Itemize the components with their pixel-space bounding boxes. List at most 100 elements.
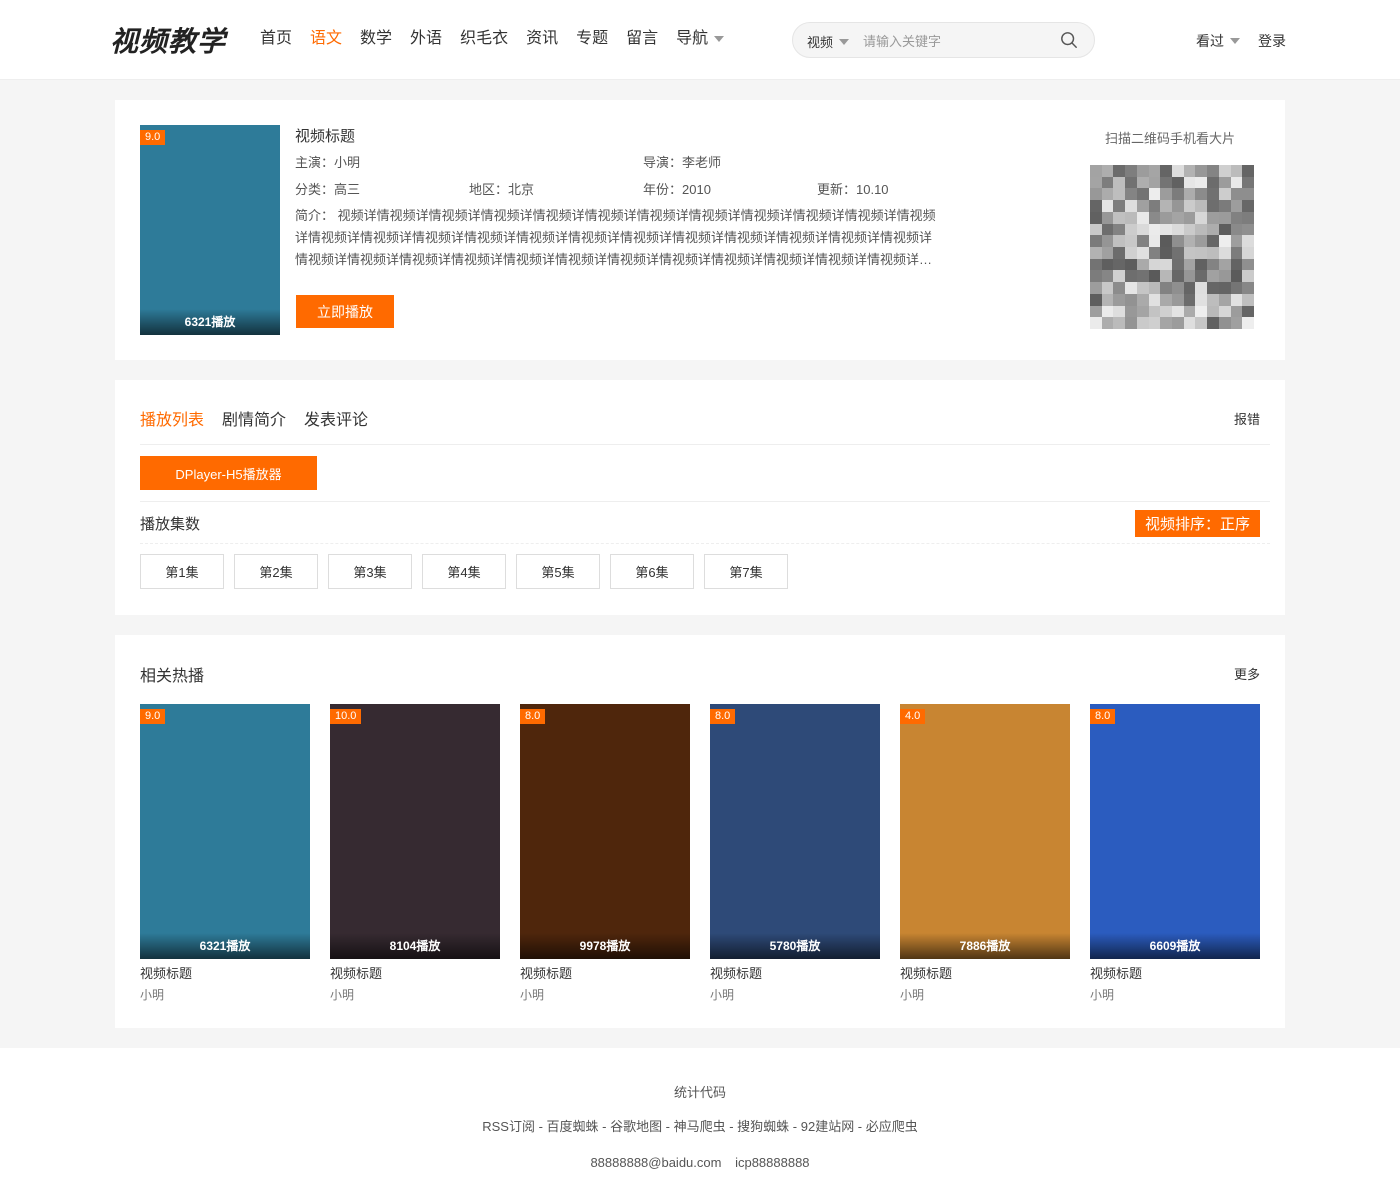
- card-actor: 小明: [520, 988, 545, 1002]
- card-title[interactable]: 视频标题: [140, 966, 310, 981]
- nav-item-topics[interactable]: 专题: [576, 28, 608, 50]
- nav-item-news[interactable]: 资讯: [526, 28, 558, 50]
- director-field: 导演：李老师: [643, 155, 722, 170]
- detail-tabs: 播放列表 剧情简介 发表评论: [140, 406, 386, 430]
- play-now-button[interactable]: 立即播放: [296, 295, 394, 328]
- card-poster[interactable]: 8.0 5780播放: [710, 704, 880, 959]
- search-input[interactable]: [863, 30, 1043, 52]
- region-field: 地区：北京: [469, 182, 535, 197]
- related-title: 相关热播: [140, 668, 205, 685]
- playlist-panel: 播放列表 剧情简介 发表评论 报错 DPlayer-H5播放器 播放集数 视频排…: [115, 380, 1285, 615]
- divider: [140, 543, 1270, 544]
- card-poster[interactable]: 8.0 6609播放: [1090, 704, 1260, 959]
- nav-item-navigation[interactable]: 导航: [676, 28, 725, 50]
- play-count: 8104播放: [330, 933, 500, 959]
- qr-label: 扫描二维码手机看大片: [1105, 131, 1236, 146]
- video-title: 视频标题: [295, 128, 356, 145]
- card-actor: 小明: [140, 988, 165, 1002]
- site-logo[interactable]: 视频教学: [110, 20, 226, 60]
- card-title[interactable]: 视频标题: [520, 966, 690, 981]
- play-count: 7886播放: [900, 933, 1070, 959]
- card-title[interactable]: 视频标题: [1090, 966, 1260, 981]
- card-title[interactable]: 视频标题: [900, 966, 1070, 981]
- episode-button-2[interactable]: 第2集: [234, 554, 318, 589]
- related-card[interactable]: 8.0 6609播放 视频标题 小明: [1090, 704, 1260, 1003]
- description-line: 情视频详情视频详情视频详情视频详情视频详情视频详情视频详情视频详情视频详情视频详…: [295, 252, 933, 267]
- score-badge: 8.0: [1090, 709, 1116, 724]
- score-badge: 8.0: [710, 709, 736, 724]
- nav-item-foreign-language[interactable]: 外语: [410, 28, 442, 50]
- related-card[interactable]: 10.0 8104播放 视频标题 小明: [330, 704, 500, 1003]
- sort-order-button[interactable]: 视频排序：正序: [1134, 510, 1260, 537]
- footer-email[interactable]: 88888888@baidu.com: [590, 1155, 721, 1170]
- site-footer: 统计代码 RSS订阅 - 百度蜘蛛 - 谷歌地图 - 神马爬虫 - 搜狗蜘蛛 -…: [0, 1048, 1400, 1187]
- card-poster[interactable]: 4.0 7886播放: [900, 704, 1070, 959]
- card-actor: 小明: [900, 988, 925, 1002]
- main-nav: 首页 语文 数学 外语 织毛衣 资讯 专题 留言 导航: [260, 28, 742, 50]
- update-field: 更新：10.10: [817, 182, 889, 197]
- related-list: 9.0 6321播放 视频标题 小明 10.0 8104播放 视频标题 小明 8.0…: [140, 704, 1260, 1003]
- video-info: 视频标题 主演：小明 导演：李老师 分类：高三 地区：北京 年份：2010 更新…: [295, 128, 995, 271]
- divider: [140, 444, 1270, 445]
- episode-list: 第1集 第2集 第3集 第4集 第5集 第6集 第7集: [140, 554, 798, 589]
- card-actor: 小明: [710, 988, 735, 1002]
- score-badge: 9.0: [140, 130, 166, 145]
- report-link[interactable]: 报错: [1234, 409, 1260, 428]
- episodes-label: 播放集数: [140, 516, 201, 533]
- score-badge: 9.0: [140, 709, 166, 724]
- nav-item-math[interactable]: 数学: [360, 28, 392, 50]
- footer-links[interactable]: RSS订阅 - 百度蜘蛛 - 谷歌地图 - 神马爬虫 - 搜狗蜘蛛 - 92建站…: [0, 1116, 1400, 1135]
- episode-button-4[interactable]: 第4集: [422, 554, 506, 589]
- play-count: 5780播放: [710, 933, 880, 959]
- video-description: 简介： 视频详情视频详情视频详情视频详情视频详情视频详情视频详情视频详情视频详情…: [295, 205, 990, 271]
- search-type-select[interactable]: 视频: [807, 32, 850, 51]
- more-link[interactable]: 更多: [1234, 664, 1260, 683]
- year-field: 年份：2010: [643, 182, 711, 197]
- tab-synopsis[interactable]: 剧情简介: [222, 406, 286, 430]
- divider: [140, 501, 1270, 502]
- card-title[interactable]: 视频标题: [330, 966, 500, 981]
- card-poster[interactable]: 9.0 6321播放: [140, 704, 310, 959]
- card-poster[interactable]: 10.0 8104播放: [330, 704, 500, 959]
- site-header: 视频教学 首页 语文 数学 外语 织毛衣 资讯 专题 留言 导航 视频 看过 登…: [0, 0, 1400, 80]
- related-card[interactable]: 4.0 7886播放 视频标题 小明: [900, 704, 1070, 1003]
- chevron-down-icon: [839, 38, 850, 45]
- history-label: 看过: [1196, 33, 1224, 49]
- video-detail-panel: 9.0 6321播放 视频标题 主演：小明 导演：李老师 分类：高三 地区：北京…: [115, 100, 1285, 360]
- nav-item-chinese[interactable]: 语文: [310, 28, 342, 50]
- video-poster[interactable]: 9.0 6321播放: [140, 125, 280, 335]
- episode-button-1[interactable]: 第1集: [140, 554, 224, 589]
- score-badge: 4.0: [900, 709, 926, 724]
- tab-comment[interactable]: 发表评论: [304, 406, 368, 430]
- related-panel: 相关热播 更多 9.0 6321播放 视频标题 小明 10.0 8104播放 视频标…: [115, 635, 1285, 1028]
- chevron-down-icon: [1230, 38, 1240, 44]
- episode-button-7[interactable]: 第7集: [704, 554, 788, 589]
- episode-button-3[interactable]: 第3集: [328, 554, 412, 589]
- episode-button-5[interactable]: 第5集: [516, 554, 600, 589]
- nav-item-knitting[interactable]: 织毛衣: [460, 28, 508, 50]
- related-card[interactable]: 8.0 5780播放 视频标题 小明: [710, 704, 880, 1003]
- related-card[interactable]: 9.0 6321播放 视频标题 小明: [140, 704, 310, 1003]
- card-title[interactable]: 视频标题: [710, 966, 880, 981]
- history-dropdown[interactable]: 看过: [1196, 31, 1240, 51]
- player-source-button[interactable]: DPlayer-H5播放器: [140, 456, 317, 490]
- description-line: 简介： 视频详情视频详情视频详情视频详情视频详情视频详情视频详情视频详情视频详情…: [295, 208, 936, 223]
- footer-icp[interactable]: icp88888888: [735, 1155, 809, 1170]
- tab-playlist[interactable]: 播放列表: [140, 406, 204, 430]
- card-poster[interactable]: 8.0 9978播放: [520, 704, 690, 959]
- related-card[interactable]: 8.0 9978播放 视频标题 小明: [520, 704, 690, 1003]
- login-link[interactable]: 登录: [1258, 31, 1286, 51]
- info-row-cast: 主演：小明 导演：李老师: [295, 149, 995, 176]
- search-type-label: 视频: [807, 35, 834, 50]
- nav-item-guestbook[interactable]: 留言: [626, 28, 658, 50]
- play-count: 6321播放: [140, 309, 280, 335]
- nav-item-home[interactable]: 首页: [260, 28, 292, 50]
- actor-field: 主演：小明: [295, 155, 361, 170]
- score-badge: 8.0: [520, 709, 546, 724]
- search-icon[interactable]: [1060, 31, 1078, 49]
- nav-item-navigation-label: 导航: [676, 30, 709, 47]
- category-field: 分类：高三: [295, 182, 361, 197]
- play-count: 6609播放: [1090, 933, 1260, 959]
- episode-button-6[interactable]: 第6集: [610, 554, 694, 589]
- footer-contact: 88888888@baidu.com icp88888888: [0, 1155, 1400, 1170]
